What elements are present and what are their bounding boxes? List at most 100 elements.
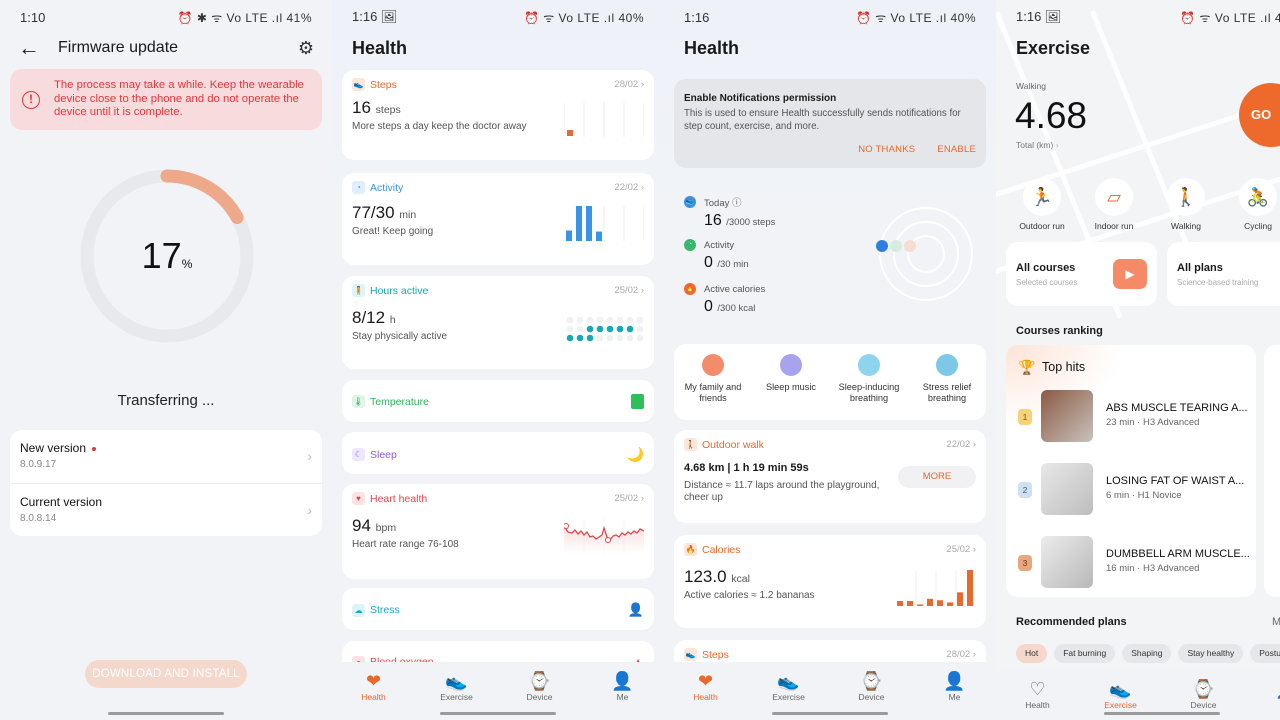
home-indicator[interactable]: [440, 712, 556, 715]
top-hits-title: Top hits: [1042, 360, 1086, 374]
rank-badge: 3: [1018, 555, 1032, 571]
no-thanks-button[interactable]: NO THANKS: [858, 144, 915, 155]
course-item[interactable]: 2 LOSING FAT OF WAIST A... 6 min · H1 No…: [1006, 463, 1256, 519]
home-indicator[interactable]: [772, 712, 888, 715]
nav-me[interactable]: 👤Me: [913, 662, 996, 720]
card-date: 22/02 ›: [614, 182, 644, 193]
hours-value: 8/12 h: [352, 308, 396, 327]
activity-rings[interactable]: [864, 192, 984, 312]
tool-sleep-music[interactable]: Sleep music: [752, 344, 830, 420]
steps-card[interactable]: 👟 Steps 28/02 › 16 steps More steps a day …: [342, 70, 654, 160]
steps-bar: [567, 130, 573, 136]
back-arrow-icon[interactable]: ←: [18, 35, 58, 61]
calories-mini-chart: [897, 570, 973, 606]
hour-dot: [616, 325, 624, 333]
quick-tools-card: My family and friends Sleep music Sleep-…: [674, 344, 986, 420]
course-name: ABS MUSCLE TEARING A...: [1106, 402, 1248, 414]
calories-summary[interactable]: 🔥 Active calories 0 /300 kcal: [684, 283, 765, 316]
current-version-label: Current version: [20, 495, 103, 509]
more-button[interactable]: MORE: [898, 466, 976, 488]
gear-icon[interactable]: ⚙: [298, 38, 314, 59]
rank-badge: 1: [1018, 409, 1032, 425]
status-time: 1:16: [684, 9, 710, 25]
type-indoor-run[interactable]: ▱ Indoor run: [1078, 178, 1150, 231]
calories-card[interactable]: 🔥 Calories 25/02 › 123.0 kcal Active calor…: [674, 535, 986, 628]
hour-dot: [636, 316, 644, 324]
family-icon: [702, 354, 724, 376]
status-bar: 1:16 ⏰ ᯤ Vo LTE .ıl 40%: [684, 8, 976, 26]
chip-stay-healthy[interactable]: Stay healthy: [1178, 644, 1244, 663]
status-time: 1:16 🖼: [1016, 9, 1062, 24]
download-install-button[interactable]: DOWNLOAD AND INSTALL: [85, 660, 247, 688]
type-cycling[interactable]: 🚴 Cycling: [1222, 178, 1280, 231]
nav-health[interactable]: ❤ Health: [332, 662, 415, 720]
notif-title: Enable Notifications permission: [684, 93, 837, 104]
progress-unit: %: [181, 257, 193, 271]
sleep-illustration-icon: 🌙: [626, 446, 644, 462]
today-steps-summary[interactable]: 👟 Today ⓘ 16 /3000 steps: [684, 195, 775, 230]
nav-health[interactable]: ♡ Health: [996, 670, 1079, 720]
card-title: Hours active: [370, 284, 429, 297]
heart-outline-icon: ♡: [1029, 679, 1046, 699]
chip-shaping[interactable]: Shaping: [1122, 644, 1172, 663]
heart-health-card[interactable]: ♥ Heart health 25/02 › 94 bpm Heart rate r…: [342, 484, 654, 579]
tool-sleep-breathing[interactable]: Sleep-inducing breathing: [830, 344, 908, 420]
card-title: Temperature: [370, 395, 429, 408]
chip-fat-burning[interactable]: Fat burning: [1054, 644, 1116, 663]
status-bar: 1:10 ⏰ ✱ ᯤ Vo LTE .ıl 41%: [20, 8, 312, 26]
activity-summary[interactable]: ◔ Activity 0 /30 min: [684, 239, 749, 272]
walk-icon: 🚶: [684, 438, 697, 451]
tool-stress-breathing[interactable]: Stress relief breathing: [908, 344, 986, 420]
type-walking[interactable]: 🚶 Walking: [1150, 178, 1222, 231]
chip-hot[interactable]: Hot: [1016, 644, 1048, 663]
treadmill-icon: ▱: [1095, 178, 1133, 216]
page-title: Health: [352, 38, 408, 58]
enable-button[interactable]: ENABLE: [937, 144, 976, 155]
progress-percent: 17%: [77, 235, 257, 277]
home-indicator[interactable]: [108, 712, 224, 715]
card-date: 25/02 ›: [946, 544, 976, 555]
moon-icon: ☾: [352, 448, 365, 461]
course-thumbnail: [1041, 390, 1093, 442]
hour-dot: [566, 334, 574, 342]
calories-bar: [947, 602, 953, 606]
person-icon: 🧍: [352, 284, 365, 297]
tool-family-friends[interactable]: My family and friends: [674, 344, 752, 420]
course-item[interactable]: 1 ABS MUSCLE TEARING A... 23 min · H3 Ad…: [1006, 390, 1256, 446]
transfer-status: Transferring ...: [117, 392, 215, 409]
chevron-right-icon: ›: [307, 502, 312, 518]
nav-me[interactable]: 👤Me: [1245, 670, 1280, 720]
nav-health[interactable]: ❤ Health: [664, 662, 747, 720]
chip-posture[interactable]: Posture: [1250, 644, 1280, 663]
activity-card[interactable]: ◔ Activity 22/02 › 77/30 min Great! Keep g…: [342, 173, 654, 265]
course-item[interactable]: 3 DUMBBELL ARM MUSCLE... 16 min · H3 Adv…: [1006, 536, 1256, 592]
sleep-card[interactable]: ☾ Sleep 🌙: [342, 432, 654, 474]
stress-card[interactable]: ☁ Stress 👤: [342, 588, 654, 630]
activity-subtitle: Great! Keep going: [352, 226, 434, 237]
all-courses-card[interactable]: All courses Selected courses ▶: [1006, 242, 1157, 306]
card-title: Steps: [702, 648, 729, 661]
next-ranking-card[interactable]: [1264, 345, 1280, 597]
temperature-card[interactable]: 🌡 Temperature: [342, 380, 654, 422]
health-dashboard-screen: 1:16 ⏰ ᯤ Vo LTE .ıl 40% Health Enable No…: [664, 0, 996, 720]
person-icon: 👤: [611, 671, 634, 691]
total-km-link[interactable]: Total (km) ›: [1016, 140, 1059, 150]
hour-dot: [616, 334, 624, 342]
calories-bar: [967, 570, 973, 606]
home-indicator[interactable]: [1104, 712, 1220, 715]
person-icon: 👤: [1245, 678, 1280, 700]
current-version-row[interactable]: Current version 8.0.8.14 ›: [10, 483, 322, 536]
type-outdoor-run[interactable]: 🏃 Outdoor run: [1006, 178, 1078, 231]
page-title: Health: [684, 38, 740, 58]
thermometer-icon: 🌡: [352, 395, 365, 408]
current-version-value: 8.0.8.14: [20, 513, 57, 524]
all-plans-card[interactable]: All plans Science-based training: [1167, 242, 1280, 306]
outdoor-walk-card[interactable]: 🚶 Outdoor walk 22/02 › 4.68 km | 1 h 19 mi…: [674, 430, 986, 523]
nav-me[interactable]: 👤Me: [581, 662, 664, 720]
page-title: Exercise: [1016, 38, 1091, 58]
more-link[interactable]: M: [1272, 616, 1280, 628]
hours-active-card[interactable]: 🧍 Hours active 25/02 › 8/12 h Stay physica…: [342, 276, 654, 369]
activity-icon: ◔: [684, 239, 696, 251]
heart-icon: ❤: [365, 671, 382, 691]
new-version-row[interactable]: New version 8.0.9.17 ›: [10, 430, 322, 483]
